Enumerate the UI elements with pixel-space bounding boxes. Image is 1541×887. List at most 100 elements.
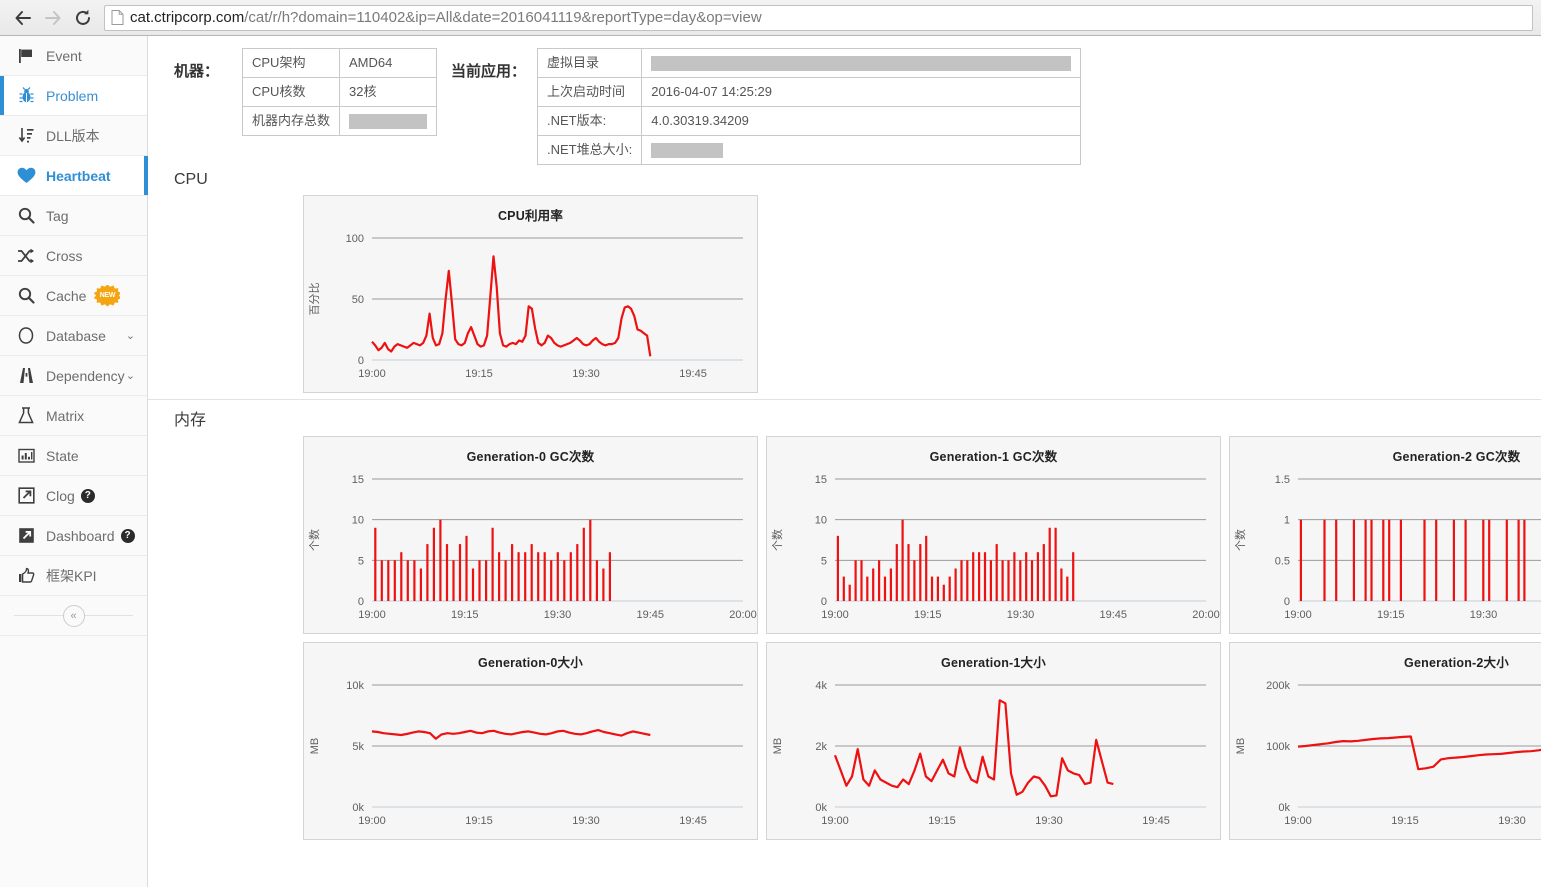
svg-text:MB: MB bbox=[1235, 738, 1247, 755]
machine-value-masked bbox=[339, 105, 438, 137]
back-button[interactable] bbox=[8, 3, 38, 33]
svg-text:19:30: 19:30 bbox=[1470, 609, 1498, 621]
svg-text:19:15: 19:15 bbox=[1391, 815, 1419, 827]
svg-text:2k: 2k bbox=[815, 741, 827, 753]
sidebar-item-state[interactable]: State bbox=[0, 436, 147, 476]
svg-text:1.5: 1.5 bbox=[1275, 474, 1290, 486]
svg-text:19:45: 19:45 bbox=[679, 815, 707, 827]
sidebar-item-dashboard[interactable]: Dashboard ? bbox=[0, 516, 147, 556]
sidebar-item-event[interactable]: Event bbox=[0, 36, 147, 76]
forward-button[interactable] bbox=[38, 3, 68, 33]
app-value: 2016-04-07 14:25:29 bbox=[641, 77, 1082, 108]
help-icon[interactable]: ? bbox=[80, 488, 95, 503]
reload-button[interactable] bbox=[68, 3, 98, 33]
svg-text:0.5: 0.5 bbox=[1275, 555, 1290, 567]
sidebar-item-label: Cross bbox=[46, 247, 83, 264]
svg-text:20:00: 20:00 bbox=[1192, 609, 1220, 621]
svg-text:19:45: 19:45 bbox=[1142, 815, 1170, 827]
bar-chart-icon bbox=[14, 447, 38, 464]
svg-text:0: 0 bbox=[358, 355, 364, 367]
table-row: CPU架构 AMD64 bbox=[241, 48, 438, 78]
svg-text:19:15: 19:15 bbox=[928, 815, 956, 827]
chart-panel-gen0-gc: Generation-0 GC次数 0 5 10 15 个数 19:00 19:15 19:3… bbox=[303, 436, 758, 635]
machine-value: 32核 bbox=[339, 77, 438, 107]
svg-text:1: 1 bbox=[1284, 515, 1290, 527]
url-host: cat.ctripcorp.com bbox=[130, 9, 245, 26]
sidebar-item-framework-kpi[interactable]: 框架KPI bbox=[0, 556, 147, 596]
gen0-gc-count-chart: 0 5 10 15 个数 19:00 19:15 19:30 19:45 20:00 bbox=[308, 474, 757, 621]
sidebar-collapse-row: « bbox=[0, 596, 147, 636]
chevron-down-icon[interactable]: ⌄ bbox=[126, 369, 135, 382]
memory-chart-row-1: Generation-0 GC次数 0 5 10 15 个数 19:00 19:15 19:3… bbox=[148, 436, 1541, 635]
svg-text:100k: 100k bbox=[1266, 741, 1290, 753]
svg-text:19:30: 19:30 bbox=[1007, 609, 1035, 621]
sidebar-item-label: Matrix bbox=[46, 407, 85, 424]
svg-text:5: 5 bbox=[358, 555, 364, 567]
redacted-value bbox=[349, 114, 428, 130]
sidebar-item-label: Event bbox=[46, 47, 82, 64]
svg-text:0: 0 bbox=[358, 596, 364, 608]
sidebar-item-tag[interactable]: Tag bbox=[0, 196, 147, 236]
sidebar-item-heartbeat[interactable]: Heartbeat bbox=[0, 156, 148, 196]
svg-text:19:45: 19:45 bbox=[1099, 609, 1127, 621]
svg-text:100: 100 bbox=[346, 233, 364, 245]
svg-text:19:00: 19:00 bbox=[821, 815, 849, 827]
sidebar-item-matrix[interactable]: Matrix bbox=[0, 396, 147, 436]
svg-text:0: 0 bbox=[821, 596, 827, 608]
svg-text:个数: 个数 bbox=[308, 529, 321, 551]
app-key: 虚拟目录 bbox=[537, 47, 643, 79]
sidebar-item-clog[interactable]: Clog ? bbox=[0, 476, 147, 516]
chart-title: Generation-1 GC次数 bbox=[929, 450, 1058, 465]
chart-panel-gen0-size: Generation-0大小 0k 5k 10k MB 19:00 19:15 19:30 1… bbox=[303, 642, 758, 841]
machine-key: CPU核数 bbox=[241, 77, 341, 107]
table-row: 虚拟目录 bbox=[537, 47, 1082, 79]
svg-text:19:30: 19:30 bbox=[544, 609, 572, 621]
help-icon[interactable]: ? bbox=[120, 528, 135, 543]
svg-text:19:30: 19:30 bbox=[1498, 815, 1526, 827]
new-badge: NEW bbox=[94, 284, 121, 307]
svg-text:0k: 0k bbox=[815, 802, 827, 814]
svg-text:0k: 0k bbox=[352, 802, 364, 814]
sidebar-item-label: Dependency bbox=[46, 367, 125, 384]
sidebar-item-label: Tag bbox=[46, 207, 69, 224]
sidebar-item-cache[interactable]: Cache NEW bbox=[0, 276, 147, 316]
chevron-down-icon[interactable]: ⌄ bbox=[126, 329, 135, 342]
browser-toolbar: cat.ctripcorp.com/cat/r/h?domain=110402&… bbox=[0, 0, 1541, 36]
machine-key: CPU架构 bbox=[241, 48, 341, 78]
sidebar-item-label: DLL版本 bbox=[46, 127, 100, 144]
svg-text:5k: 5k bbox=[352, 741, 364, 753]
gen1-size-chart: 0k 2k 4k MB 19:00 19:15 19:30 19:45 bbox=[772, 680, 1206, 827]
table-row: .NET版本: 4.0.30319.34209 bbox=[537, 106, 1082, 137]
collapse-sidebar-button[interactable]: « bbox=[62, 604, 85, 627]
chart-title: Generation-2大小 bbox=[1404, 656, 1509, 671]
app-key: 上次启动时间 bbox=[537, 77, 643, 108]
application-heading: 当前应用： bbox=[451, 63, 527, 80]
sidebar-item-dependency[interactable]: Dependency ⌄ bbox=[0, 356, 147, 396]
shuffle-icon bbox=[14, 248, 38, 264]
app-value-masked bbox=[641, 47, 1082, 79]
svg-text:19:15: 19:15 bbox=[914, 609, 942, 621]
svg-text:19:15: 19:15 bbox=[1377, 609, 1405, 621]
svg-text:4k: 4k bbox=[815, 680, 827, 692]
svg-text:15: 15 bbox=[815, 474, 827, 486]
sidebar-item-label: Dashboard bbox=[46, 527, 115, 544]
svg-text:19:00: 19:00 bbox=[821, 609, 849, 621]
main-content: 机器： CPU架构 AMD64 CPU核数 32核 机器内存总数 当前应用： 虚… bbox=[148, 36, 1541, 887]
url-path: /cat/r/h?domain=110402&ip=All&date=20160… bbox=[244, 9, 762, 26]
chart-panel-gen2-size: Generation-2大小 0k 100k 200k MB 19:00 19:15 19:… bbox=[1229, 642, 1541, 841]
svg-text:0k: 0k bbox=[1278, 802, 1290, 814]
dashboard-icon bbox=[14, 527, 38, 544]
address-bar[interactable]: cat.ctripcorp.com/cat/r/h?domain=110402&… bbox=[104, 4, 1533, 31]
svg-text:10: 10 bbox=[815, 515, 827, 527]
chart-panel-cpu: CPU利用率 0 50 100 百分比 19:00 19:15 19:30 19:45 bbox=[303, 195, 758, 394]
sidebar-item-database[interactable]: Database ⌄ bbox=[0, 316, 147, 356]
svg-text:19:15: 19:15 bbox=[465, 368, 493, 380]
chart-panel-gen1-gc: Generation-1 GC次数 0 5 10 15 个数 19:00 19:15 19:3… bbox=[766, 436, 1221, 635]
machine-key: 机器内存总数 bbox=[241, 105, 341, 137]
sidebar-item-problem[interactable]: Problem bbox=[0, 76, 147, 116]
sidebar-item-cross[interactable]: Cross bbox=[0, 236, 147, 276]
sidebar-item-dll-version[interactable]: DLL版本 bbox=[0, 116, 147, 156]
forward-arrow-icon bbox=[45, 10, 61, 25]
svg-text:19:30: 19:30 bbox=[572, 368, 600, 380]
page-icon bbox=[111, 10, 124, 25]
